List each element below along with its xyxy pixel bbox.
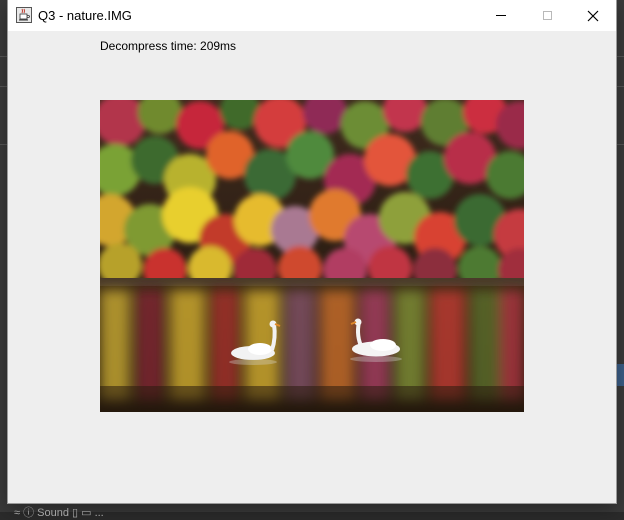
background-partial-text: ≈ ⓘ Sound ▯ ▭ ... [14,507,104,519]
app-window: Q3 - nature.IMG Decompress time: 209ms [8,0,616,503]
close-icon [587,10,599,21]
minimize-icon [496,15,506,16]
nature-image [100,100,524,412]
window-title: Q3 - nature.IMG [38,8,132,23]
close-button[interactable] [570,0,616,31]
maximize-icon [542,11,552,20]
minimize-button[interactable] [478,0,524,31]
java-app-icon[interactable] [16,7,32,23]
decompress-time-label: Decompress time: 209ms [100,39,237,53]
title-bar[interactable]: Q3 - nature.IMG [8,0,616,31]
image-panel: Decompress time: 209ms [8,31,616,503]
maximize-button[interactable] [524,0,570,31]
